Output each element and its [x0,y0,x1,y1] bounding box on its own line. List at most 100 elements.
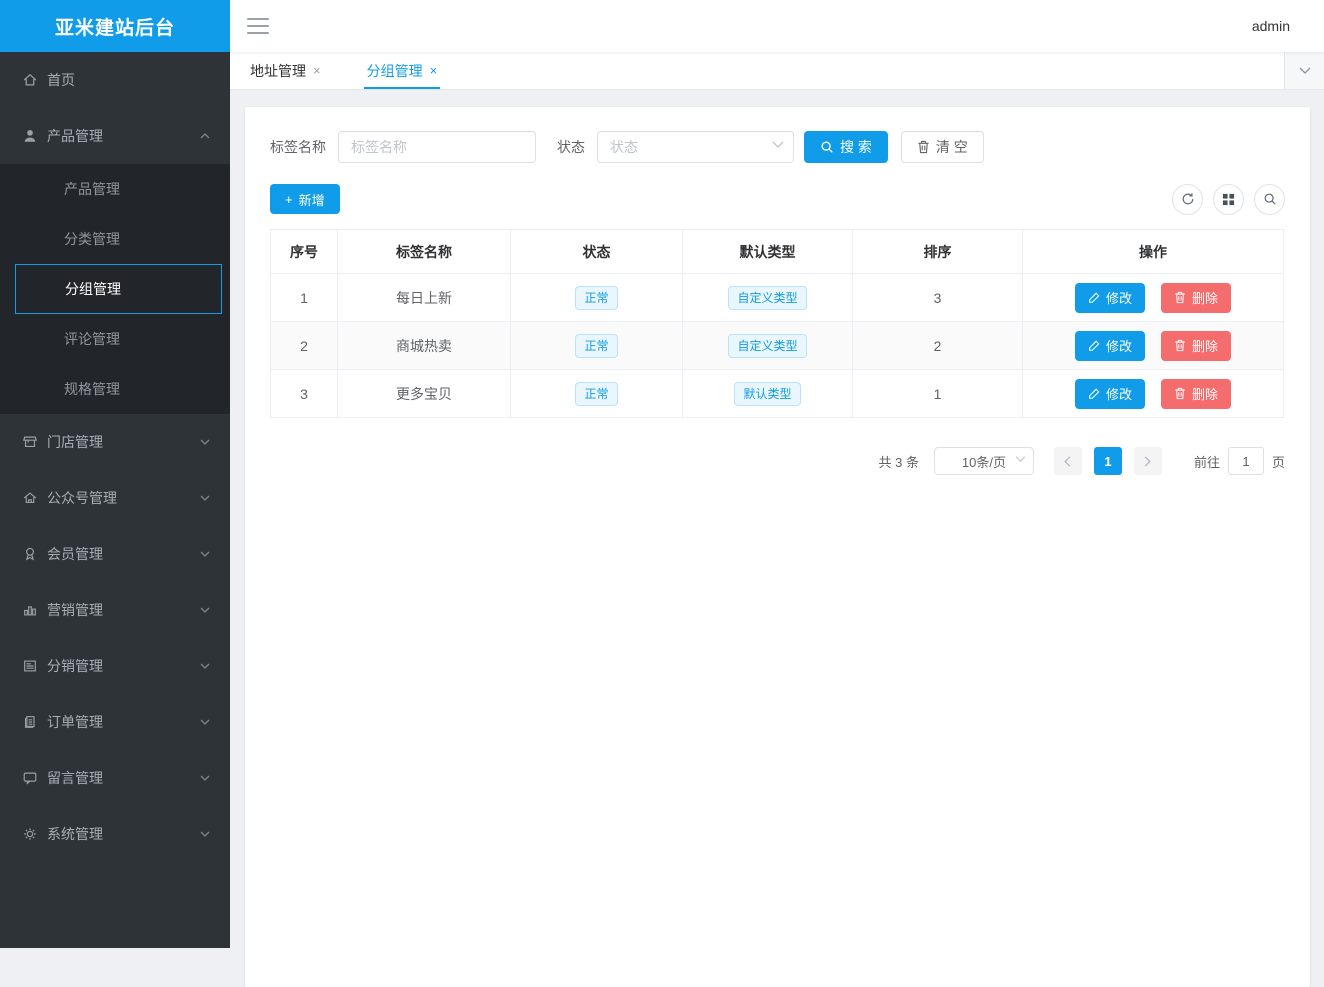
delete-button[interactable]: 删除 [1161,331,1231,361]
sidebar-item-product-manage[interactable]: 产品管理 [0,164,230,214]
pen-icon [1088,388,1100,400]
chevron-down-icon [772,141,784,148]
sidebar-item-store[interactable]: 门店管理 [0,414,230,470]
goto-page-input[interactable] [1228,447,1264,475]
refresh-button[interactable] [1172,184,1203,215]
chevron-down-icon [200,775,210,781]
edit-button[interactable]: 修改 [1075,283,1145,313]
sidebar-item-label: 留言管理 [47,768,200,788]
add-button-label: 新增 [299,190,325,209]
next-page-button[interactable] [1134,447,1162,475]
search-button-label: 搜 索 [840,137,872,157]
total-count: 共 3 条 [879,452,919,471]
chevron-down-icon [200,719,210,725]
chevron-down-icon [200,663,210,669]
gear-icon [22,826,38,842]
table-row: 2 商城热卖 正常 自定义类型 2 修改 [271,322,1284,370]
app-logo: 亚米建站后台 [0,0,230,52]
document-icon [22,714,38,730]
product-submenu: 产品管理 分类管理 分组管理 评论管理 规格管理 [0,164,230,414]
sidebar-item-label: 会员管理 [47,544,200,564]
sidebar-item-message[interactable]: 留言管理 [0,750,230,806]
store-icon [22,434,38,450]
sidebar-item-marketing[interactable]: 营销管理 [0,582,230,638]
newspaper-icon [22,658,38,674]
official-account-icon [22,490,38,506]
clear-button[interactable]: 清 空 [901,131,984,163]
page-size-select[interactable]: 10条/页 [934,447,1034,475]
delete-button-label: 删除 [1192,336,1218,355]
hamburger-menu-icon[interactable] [247,18,269,34]
table-tools [1172,184,1285,215]
status-badge: 正常 [575,286,617,310]
top-header: admin [230,0,1324,52]
close-icon[interactable]: × [313,64,321,77]
submenu-item-label: 产品管理 [64,179,120,199]
type-badge: 自定义类型 [728,286,806,310]
edit-button[interactable]: 修改 [1075,331,1145,361]
submenu-item-label: 分类管理 [64,229,120,249]
table-row: 3 更多宝贝 正常 默认类型 1 修改 [271,370,1284,418]
close-icon[interactable]: × [430,64,438,77]
name-filter-label: 标签名称 [270,137,326,157]
cell-name: 更多宝贝 [338,370,511,418]
chevron-left-icon [1064,456,1071,467]
goto-label: 前往 [1194,452,1220,471]
main-content: 标签名称 状态 状态 搜 索 清 空 [230,90,1324,948]
chevron-down-icon [200,439,210,445]
trash-icon [1174,291,1186,304]
pagination: 共 3 条 10条/页 1 前往 页 [270,447,1285,475]
table-header-row: 序号 标签名称 状态 默认类型 排序 操作 [271,230,1284,274]
sidebar-item-label: 门店管理 [47,432,200,452]
delete-button[interactable]: 删除 [1161,379,1231,409]
tab-options-dropdown[interactable] [1284,52,1324,89]
column-header-status: 状态 [511,230,683,274]
refresh-icon [1181,192,1195,206]
search-icon [820,140,834,154]
delete-button[interactable]: 删除 [1161,283,1231,313]
cell-index: 3 [271,370,338,418]
name-filter-input[interactable] [338,131,536,163]
page-number-button[interactable]: 1 [1094,447,1122,475]
grid-icon [1222,193,1235,206]
cell-name: 每日上新 [338,274,511,322]
sidebar-item-spec-manage[interactable]: 规格管理 [0,364,230,414]
column-header-type: 默认类型 [683,230,853,274]
submenu-item-label: 分组管理 [65,279,121,299]
sidebar-item-system[interactable]: 系统管理 [0,806,230,862]
column-header-sort: 排序 [853,230,1023,274]
edit-button[interactable]: 修改 [1075,379,1145,409]
table-row: 1 每日上新 正常 自定义类型 3 修改 [271,274,1284,322]
add-button[interactable]: + 新增 [270,184,340,214]
sidebar-item-order[interactable]: 订单管理 [0,694,230,750]
chevron-down-icon [1299,67,1311,74]
sidebar-item-category-manage[interactable]: 分类管理 [0,214,230,264]
tab-address-manage[interactable]: 地址管理 × [247,52,324,89]
cell-sort: 1 [853,370,1023,418]
sidebar-item-distribution[interactable]: 分销管理 [0,638,230,694]
chevron-down-icon [1015,456,1026,462]
column-search-button[interactable] [1254,184,1285,215]
tab-group-manage[interactable]: 分组管理 × [364,52,441,89]
sidebar-item-product[interactable]: 产品管理 [0,108,230,164]
chevron-down-icon [200,607,210,613]
sidebar-item-home[interactable]: 首页 [0,52,230,108]
search-button[interactable]: 搜 索 [804,131,888,163]
clear-button-label: 清 空 [936,137,968,157]
status-filter-label: 状态 [557,137,585,157]
chevron-down-icon [200,831,210,837]
tab-label: 分组管理 [367,61,423,81]
sidebar-item-member[interactable]: 会员管理 [0,526,230,582]
user-menu[interactable]: admin [1252,18,1290,34]
columns-button[interactable] [1213,184,1244,215]
cell-sort: 3 [853,274,1023,322]
bar-chart-icon [22,602,38,618]
sidebar-item-comment-manage[interactable]: 评论管理 [0,314,230,364]
sidebar-item-group-manage[interactable]: 分组管理 [15,264,222,314]
trash-icon [1174,339,1186,352]
trash-icon [917,140,930,154]
prev-page-button[interactable] [1054,447,1082,475]
sidebar-item-official-account[interactable]: 公众号管理 [0,470,230,526]
status-filter-select[interactable]: 状态 [597,131,794,163]
sidebar: 亚米建站后台 首页 产品管理 产品管理 分类管理 分组管理 评论管理 规格管理 [0,0,230,948]
